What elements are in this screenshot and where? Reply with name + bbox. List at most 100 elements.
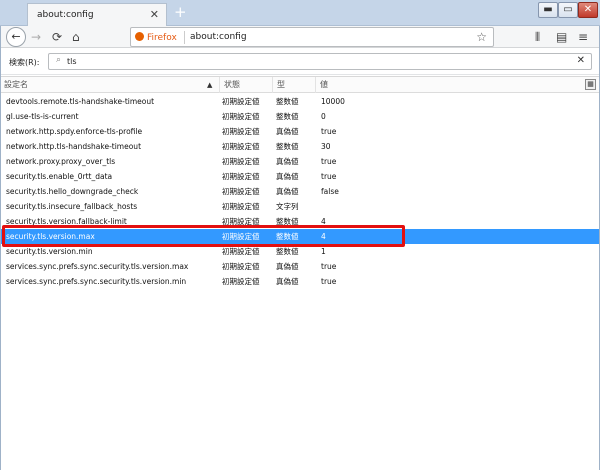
pref-status: 初期設定値	[222, 202, 260, 211]
tree-rows: devtools.remote.tls-handshake-timeout 初期設…	[0, 94, 600, 289]
new-tab-icon[interactable]: +	[174, 3, 187, 21]
pref-type: 文字列	[276, 202, 299, 211]
sidebar-icon[interactable]: ▤	[556, 29, 567, 45]
table-row[interactable]: security.tls.version.max 初期設定値 整数値 4	[0, 229, 600, 244]
pref-status: 初期設定値	[222, 112, 260, 121]
tab-about-config[interactable]: about:config ✕	[27, 3, 167, 26]
navigation-bar: ← → ⟳ ⌂ Firefox about:config ☆ ⫴ ▤ ≡	[0, 26, 600, 48]
pref-status: 初期設定値	[222, 172, 260, 181]
pref-value: true	[321, 277, 337, 286]
table-row[interactable]: security.tls.version.min 初期設定値 整数値 1	[0, 244, 600, 259]
magnifier-icon: ⌕	[56, 55, 62, 65]
maximize-icon: ▭	[563, 4, 573, 15]
url-divider	[184, 31, 185, 44]
tab-close-icon[interactable]: ✕	[150, 8, 159, 21]
search-input[interactable]: ⌕ tls ✕	[48, 53, 592, 70]
pref-status: 初期設定値	[222, 232, 260, 241]
column-name-label: 設定名	[4, 80, 28, 89]
identity-label[interactable]: Firefox	[135, 32, 177, 43]
pref-status: 初期設定値	[222, 142, 260, 151]
star-icon[interactable]: ☆	[476, 30, 487, 44]
pref-name: devtools.remote.tls-handshake-timeout	[6, 97, 155, 106]
pref-value: 4	[321, 232, 326, 241]
reload-icon[interactable]: ⟳	[52, 29, 62, 45]
pref-value: true	[321, 262, 337, 271]
sort-ascending-icon: ▲	[207, 81, 213, 89]
search-row: 検索(R): ⌕ tls ✕	[0, 48, 600, 75]
search-value[interactable]: tls	[67, 57, 77, 66]
back-button[interactable]: ←	[6, 27, 26, 47]
pref-type: 整数値	[276, 232, 299, 241]
pref-status: 初期設定値	[222, 127, 260, 136]
pref-name: network.http.spdy.enforce-tls-profile	[6, 127, 143, 136]
tab-title: about:config	[37, 10, 94, 20]
pref-status: 初期設定値	[222, 277, 260, 286]
pref-type: 整数値	[276, 112, 299, 121]
pref-status: 初期設定値	[222, 217, 260, 226]
column-picker-icon[interactable]: ▦	[585, 79, 596, 90]
clear-icon[interactable]: ✕	[577, 55, 585, 66]
url-text[interactable]: about:config	[190, 32, 247, 42]
pref-type: 真偽値	[276, 277, 299, 286]
table-row[interactable]: services.sync.prefs.sync.security.tls.ve…	[0, 274, 600, 289]
window-close-button[interactable]: ✕	[578, 2, 598, 18]
config-tree[interactable]: 設定名 ▲ 状態 型 値 ▦ devtools.remote.tls-hands…	[0, 76, 600, 470]
pref-type: 真偽値	[276, 157, 299, 166]
table-row[interactable]: devtools.remote.tls-handshake-timeout 初期設…	[0, 94, 600, 109]
table-row[interactable]: security.tls.version.fallback-limit 初期設定値…	[0, 214, 600, 229]
pref-name: security.tls.version.max	[6, 232, 95, 241]
library-icon[interactable]: ⫴	[535, 29, 540, 45]
pref-name: security.tls.enable_0rtt_data	[6, 172, 113, 181]
table-row[interactable]: network.proxy.proxy_over_tls 初期設定値 真偽値 true	[0, 154, 600, 169]
table-row[interactable]: security.tls.insecure_fallback_hosts 初期設定…	[0, 199, 600, 214]
pref-status: 初期設定値	[222, 262, 260, 271]
pref-type: 整数値	[276, 97, 299, 106]
pref-status: 初期設定値	[222, 97, 260, 106]
pref-name: security.tls.hello_downgrade_check	[6, 187, 139, 196]
pref-type: 真偽値	[276, 187, 299, 196]
table-row[interactable]: network.http.tls-handshake-timeout 初期設定値 整…	[0, 139, 600, 154]
window-frame-left	[0, 26, 1, 470]
pref-name: security.tls.insecure_fallback_hosts	[6, 202, 138, 211]
pref-value: 10000	[321, 97, 345, 106]
table-row[interactable]: services.sync.prefs.sync.security.tls.ve…	[0, 259, 600, 274]
home-icon[interactable]: ⌂	[72, 29, 80, 45]
column-header-type[interactable]: 型	[273, 77, 316, 93]
pref-value: true	[321, 157, 337, 166]
pref-name: network.proxy.proxy_over_tls	[6, 157, 116, 166]
pref-name: security.tls.version.min	[6, 247, 93, 256]
table-row[interactable]: security.tls.hello_downgrade_check 初期設定値 真…	[0, 184, 600, 199]
pref-type: 真偽値	[276, 172, 299, 181]
pref-type: 真偽値	[276, 127, 299, 136]
minimize-icon: ▬	[543, 4, 553, 15]
firefox-logo-icon	[135, 32, 144, 41]
forward-arrow-icon[interactable]: →	[31, 29, 41, 45]
column-value-label: 値	[320, 80, 328, 89]
pref-status: 初期設定値	[222, 247, 260, 256]
column-header-name[interactable]: 設定名	[0, 77, 220, 93]
pref-value: true	[321, 172, 337, 181]
pref-value: 1	[321, 247, 326, 256]
table-row[interactable]: network.http.spdy.enforce-tls-profile 初期設…	[0, 124, 600, 139]
pref-name: security.tls.version.fallback-limit	[6, 217, 127, 226]
column-header-value[interactable]: 値	[316, 77, 584, 93]
close-icon: ✕	[583, 4, 593, 15]
window-minimize-button[interactable]: ▬	[538, 2, 558, 18]
column-header-status[interactable]: 状態	[220, 77, 273, 93]
tree-header: 設定名 ▲ 状態 型 値 ▦	[0, 77, 600, 93]
pref-name: network.http.tls-handshake-timeout	[6, 142, 142, 151]
table-row[interactable]: gl.use-tls-is-current 初期設定値 整数値 0	[0, 109, 600, 124]
window-maximize-button[interactable]: ▭	[558, 2, 578, 18]
pref-name: services.sync.prefs.sync.security.tls.ve…	[6, 262, 189, 271]
pref-status: 初期設定値	[222, 187, 260, 196]
table-row[interactable]: security.tls.enable_0rtt_data 初期設定値 真偽値 tru…	[0, 169, 600, 184]
hamburger-menu-icon[interactable]: ≡	[578, 29, 588, 45]
pref-status: 初期設定値	[222, 157, 260, 166]
pref-type: 整数値	[276, 217, 299, 226]
identity-text: Firefox	[147, 33, 177, 43]
pref-type: 真偽値	[276, 262, 299, 271]
title-bar: about:config ✕ + ▬ ▭ ✕	[0, 0, 600, 26]
url-bar[interactable]: Firefox about:config ☆	[130, 27, 494, 47]
pref-name: services.sync.prefs.sync.security.tls.ve…	[6, 277, 187, 286]
pref-value: 0	[321, 112, 326, 121]
